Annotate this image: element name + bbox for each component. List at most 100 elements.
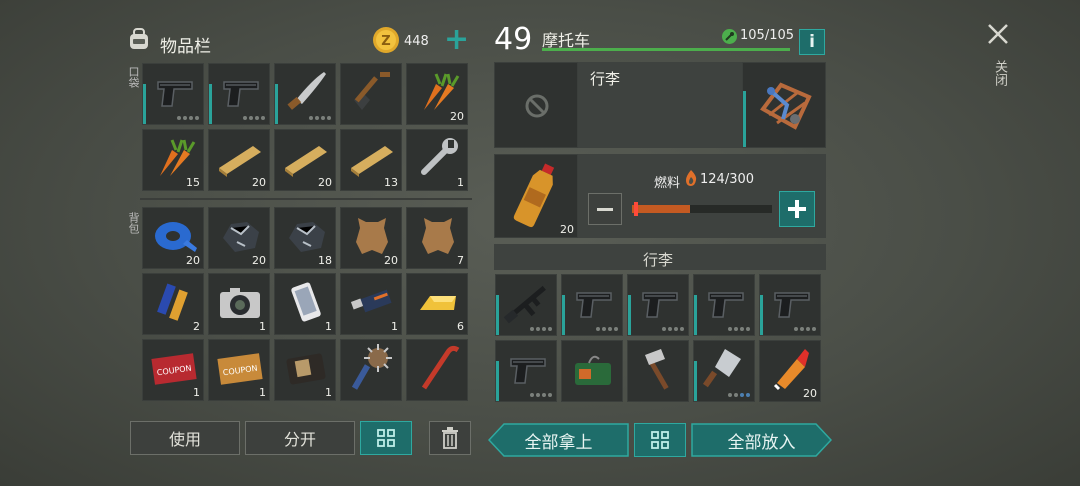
put-all-button[interactable]: 全部放入 — [691, 423, 832, 457]
plus-icon — [788, 200, 806, 218]
wrench-icon — [413, 136, 463, 180]
fuel-decrease-button[interactable] — [588, 193, 622, 225]
item-slot[interactable]: 20 — [274, 129, 336, 191]
item-count: 1 — [259, 386, 266, 399]
item-slot[interactable]: 6 — [406, 273, 468, 335]
item-slot[interactable]: 1 — [208, 273, 270, 335]
item-slot[interactable]: 20 — [340, 207, 402, 269]
item-slot[interactable] — [406, 339, 468, 401]
gold-bar-icon — [413, 280, 463, 324]
item-slot[interactable]: 1 — [406, 129, 468, 191]
item-slot[interactable]: 20 — [406, 63, 468, 125]
item-count: 2 — [193, 320, 200, 333]
take-all-button[interactable]: 全部拿上 — [488, 423, 629, 457]
item-count: 1 — [325, 386, 332, 399]
storage-header: 行李 — [643, 251, 674, 269]
hatchet-icon — [634, 347, 684, 391]
backpack-label: 背包 — [127, 212, 140, 234]
quality-dots — [794, 327, 816, 331]
item-count: 1 — [391, 320, 398, 333]
item-count: 20 — [252, 254, 266, 267]
item-slot[interactable]: 1 — [274, 339, 336, 401]
pistol-icon — [215, 70, 265, 114]
item-slot[interactable]: 1 — [274, 273, 336, 335]
section-divider — [140, 198, 472, 200]
pocket-label: 口袋 — [127, 66, 140, 88]
item-slot[interactable]: 1 — [340, 273, 402, 335]
coupon-red-icon: COUPON — [149, 346, 199, 390]
split-button[interactable]: 分开 — [245, 421, 355, 455]
item-slot[interactable]: 2 — [142, 273, 204, 335]
explosive-box-icon — [568, 347, 618, 391]
item-slot[interactable] — [561, 340, 623, 402]
item-slot[interactable]: 18 — [274, 207, 336, 269]
wrench-health-icon — [722, 29, 737, 44]
item-slot[interactable]: COUPON 1 — [208, 339, 270, 401]
item-count: 15 — [186, 176, 200, 189]
fuel-bar-fill — [632, 205, 690, 213]
item-slot[interactable]: COUPON 1 — [142, 339, 204, 401]
pistol-icon — [568, 281, 618, 325]
cleaver-icon — [700, 347, 750, 391]
durability-bar — [694, 295, 697, 335]
info-button[interactable]: i — [799, 29, 825, 55]
close-label[interactable]: 关闭 — [990, 60, 1009, 86]
quality-dots — [728, 327, 750, 331]
item-slot[interactable] — [693, 274, 755, 336]
item-slot[interactable] — [693, 340, 755, 402]
trash-icon — [442, 427, 458, 449]
item-count: 1 — [259, 320, 266, 333]
item-count: 20 — [803, 387, 817, 400]
fuel-bar[interactable] — [632, 205, 772, 213]
quality-dots — [662, 327, 684, 331]
item-slot[interactable]: 13 — [340, 129, 402, 191]
wallet-icon — [281, 346, 331, 390]
item-slot[interactable] — [208, 63, 270, 125]
durability-bar — [760, 295, 763, 335]
vehicle-hp-bar — [542, 48, 790, 51]
item-slot[interactable] — [627, 274, 689, 336]
shovel-icon — [347, 70, 397, 114]
durability-bar — [694, 361, 697, 401]
item-slot[interactable] — [495, 274, 557, 336]
use-button[interactable]: 使用 — [130, 421, 240, 455]
svg-text:Z: Z — [381, 34, 390, 49]
leather-icon — [413, 214, 463, 258]
quality-dots — [728, 393, 750, 397]
empty-equipment-slot[interactable] — [494, 62, 578, 148]
item-slot[interactable] — [759, 274, 821, 336]
sort-inventory-button[interactable] — [360, 421, 412, 455]
quality-dots — [530, 393, 552, 397]
inventory-title: 物品栏 — [160, 37, 211, 57]
fuel-increase-button[interactable] — [779, 191, 815, 227]
plank-icon — [281, 136, 331, 180]
durability-bar — [496, 361, 499, 401]
trash-button[interactable] — [429, 421, 471, 455]
item-slot[interactable]: 20 — [142, 207, 204, 269]
luggage-rack-icon — [760, 82, 812, 130]
item-slot[interactable] — [561, 274, 623, 336]
item-slot[interactable] — [142, 63, 204, 125]
item-slot[interactable] — [627, 340, 689, 402]
item-slot[interactable] — [274, 63, 336, 125]
item-slot[interactable]: 20 — [759, 340, 821, 402]
item-slot[interactable]: 20 — [208, 129, 270, 191]
item-slot[interactable] — [495, 340, 557, 402]
fuel-slot[interactable]: 20 — [494, 154, 578, 238]
fuel-slider-handle[interactable] — [634, 202, 638, 216]
item-slot[interactable]: 15 — [142, 129, 204, 191]
item-slot[interactable]: 20 — [208, 207, 270, 269]
pistol-icon — [149, 70, 199, 114]
add-coins-button[interactable]: + — [444, 22, 469, 57]
sort-storage-button[interactable] — [634, 423, 686, 457]
item-slot[interactable] — [340, 63, 402, 125]
iron-ore-icon — [281, 214, 331, 258]
luggage-rack-slot[interactable] — [742, 62, 826, 148]
close-button[interactable] — [984, 20, 1012, 48]
batteries-icon — [149, 280, 199, 324]
grid-sort-icon — [377, 429, 395, 447]
durability-bar — [562, 295, 565, 335]
item-slot[interactable] — [340, 339, 402, 401]
fuel-bottle-icon — [513, 163, 555, 228]
item-slot[interactable]: 7 — [406, 207, 468, 269]
